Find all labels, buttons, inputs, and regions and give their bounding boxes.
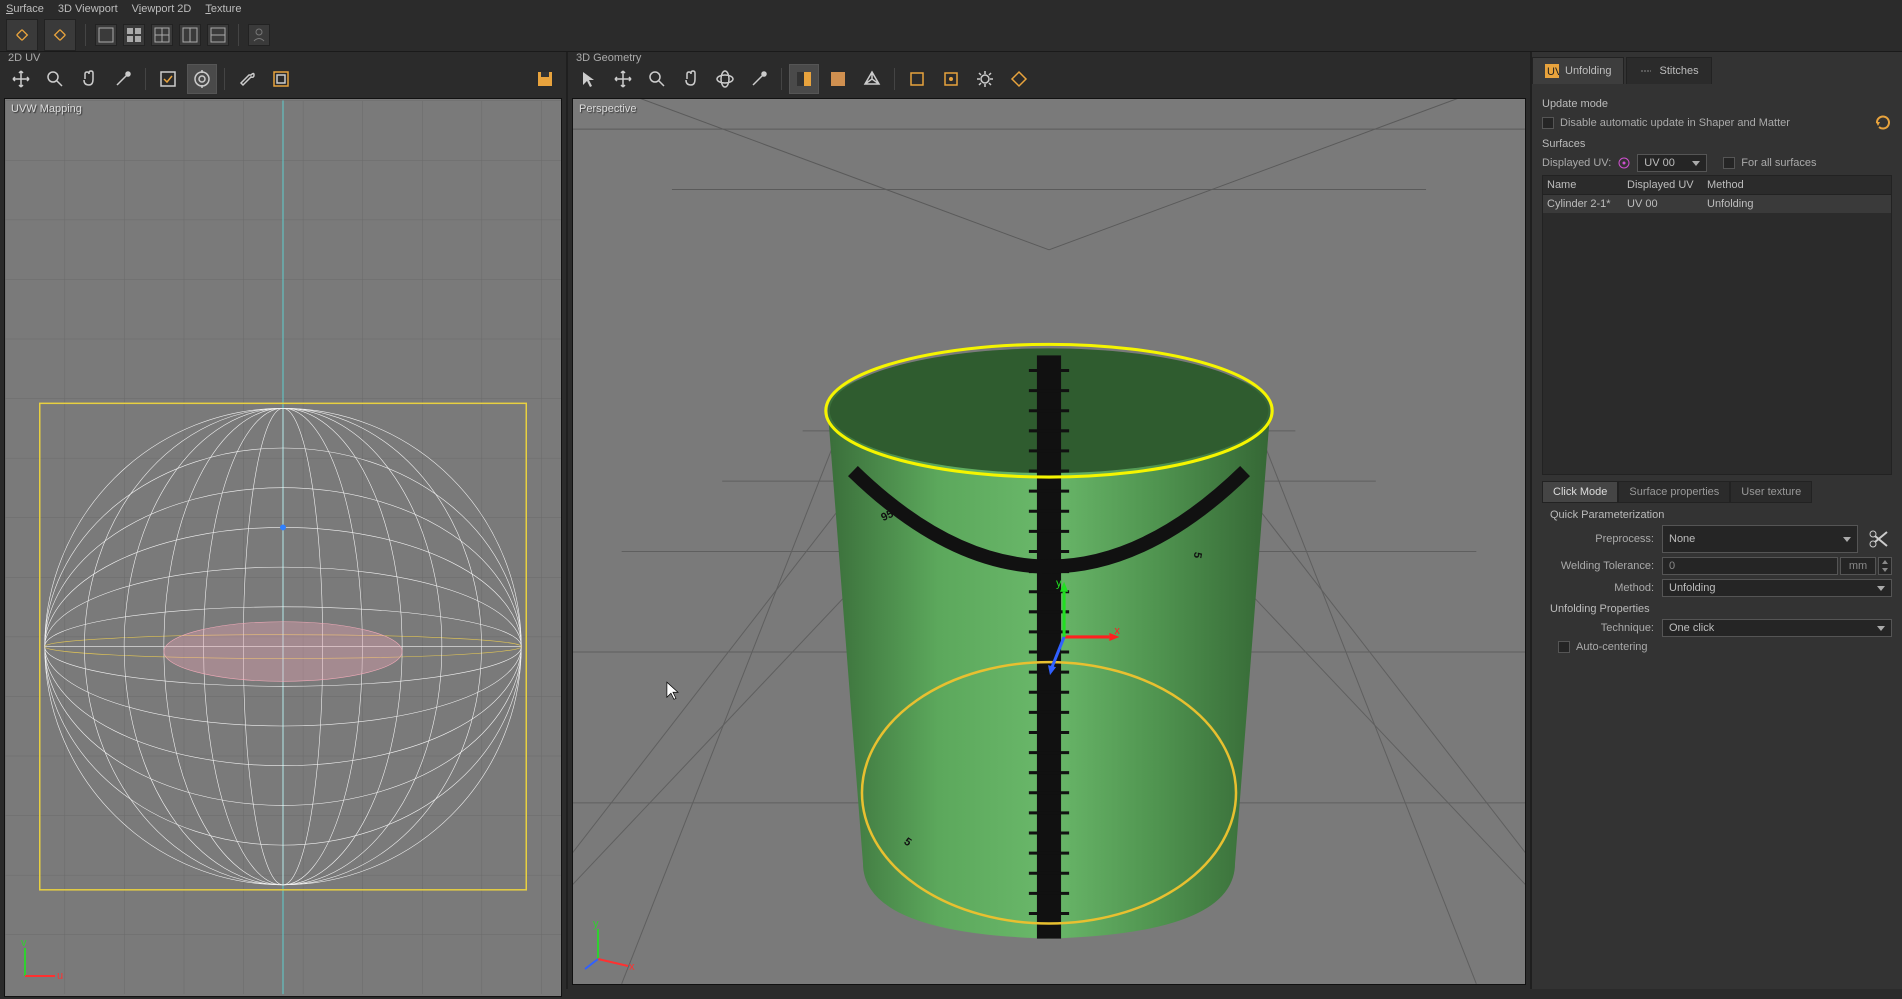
zoom3d-tool-icon[interactable] xyxy=(642,64,672,94)
perspective-viewport[interactable]: Perspective xyxy=(572,98,1526,985)
main-toolbar xyxy=(0,18,1902,52)
subtab-click-mode[interactable]: Click Mode xyxy=(1542,481,1618,503)
technique-label: Technique: xyxy=(1542,622,1662,634)
panel-3d-geometry: 3D Geometry Perspective xyxy=(568,52,1532,989)
layout-b-icon[interactable] xyxy=(207,24,229,46)
pan-tool-icon[interactable] xyxy=(74,64,104,94)
subtabs: Click Mode Surface properties User textu… xyxy=(1542,481,1892,503)
for-all-label: For all surfaces xyxy=(1741,157,1816,169)
gear-icon[interactable] xyxy=(970,64,1000,94)
cursor-tool-icon[interactable] xyxy=(574,64,604,94)
for-all-checkbox[interactable] xyxy=(1723,157,1735,169)
disable-auto-label: Disable automatic update in Shaper and M… xyxy=(1560,117,1790,129)
unfold-right-icon[interactable] xyxy=(44,19,76,51)
welding-unit: mm xyxy=(1840,557,1876,575)
stitches-icon xyxy=(1639,64,1653,78)
uvw-viewport[interactable]: UVW Mapping xyxy=(4,98,562,997)
quick-param-label: Quick Parameterization xyxy=(1542,509,1892,521)
right-tabbar: UV Unfolding Stitches xyxy=(1532,52,1902,84)
isolate-a-icon[interactable] xyxy=(902,64,932,94)
panel-2d-uv: 2D UV UVW Mapping xyxy=(0,52,568,989)
displayed-uv-dropdown[interactable]: UV 00 xyxy=(1637,154,1707,172)
wrench-icon[interactable] xyxy=(232,64,262,94)
svg-text:y: y xyxy=(1056,578,1062,590)
autocenter-label: Auto-centering xyxy=(1576,641,1648,653)
move3d-tool-icon[interactable] xyxy=(608,64,638,94)
grid1-icon[interactable] xyxy=(95,24,117,46)
svg-text:v: v xyxy=(21,937,27,949)
user-icon[interactable] xyxy=(248,24,270,46)
menu-surface[interactable]: SSurfaceurface xyxy=(6,3,44,15)
welding-input[interactable]: 0 xyxy=(1662,557,1838,575)
check-a-icon[interactable] xyxy=(153,64,183,94)
scissors-icon[interactable] xyxy=(1864,525,1892,553)
uv-icon: UV xyxy=(1545,64,1559,78)
grid-split-icon[interactable] xyxy=(151,24,173,46)
autocenter-checkbox[interactable] xyxy=(1558,641,1570,653)
menu-3d-viewport[interactable]: 3D Viewport xyxy=(58,3,118,15)
unfold-props-label: Unfolding Properties xyxy=(1542,603,1892,615)
panel-3d-header: 3D Geometry xyxy=(568,52,1530,64)
pan3d-tool-icon[interactable] xyxy=(676,64,706,94)
table-row[interactable]: Cylinder 2-1* UV 00 Unfolding xyxy=(1543,195,1891,213)
welding-label: Welding Tolerance: xyxy=(1542,560,1662,572)
move-tool-icon[interactable] xyxy=(6,64,36,94)
panel-2d-toolbar xyxy=(0,64,566,94)
floppy-icon[interactable] xyxy=(530,64,560,94)
subtab-surface-props[interactable]: Surface properties xyxy=(1618,481,1730,503)
preprocess-dropdown[interactable]: None xyxy=(1662,525,1858,553)
uvw-viewport-label: UVW Mapping xyxy=(11,103,82,115)
grid4-icon[interactable] xyxy=(123,24,145,46)
wireframe-mode-icon[interactable] xyxy=(857,64,887,94)
col-disp: Displayed UV xyxy=(1627,179,1707,191)
col-name: Name xyxy=(1547,179,1627,191)
subtab-user-texture[interactable]: User texture xyxy=(1730,481,1812,503)
isolate-b-icon[interactable] xyxy=(936,64,966,94)
svg-text:u: u xyxy=(57,970,63,982)
paint-tool-icon[interactable] xyxy=(744,64,774,94)
panel-2d-header: 2D UV xyxy=(0,52,566,64)
svg-text:x: x xyxy=(629,961,635,973)
panel-properties: UV Unfolding Stitches Update mode Disabl… xyxy=(1532,52,1902,989)
update-mode-label: Update mode xyxy=(1542,98,1892,110)
texture-mode-icon[interactable] xyxy=(823,64,853,94)
unfold-left-icon[interactable] xyxy=(6,19,38,51)
perspective-viewport-label: Perspective xyxy=(579,103,636,115)
technique-dropdown[interactable]: One click xyxy=(1662,619,1892,637)
displayed-uv-label: Displayed UV: xyxy=(1542,157,1611,169)
orbit-tool-icon[interactable] xyxy=(710,64,740,94)
menu-texture[interactable]: Texture xyxy=(205,3,241,15)
diamond-icon[interactable] xyxy=(1004,64,1034,94)
method-label: Method: xyxy=(1542,582,1662,594)
layout-a-icon[interactable] xyxy=(179,24,201,46)
menubar: SSurfaceurface 3D Viewport Viewport 2D T… xyxy=(0,0,1902,18)
gear-target-icon[interactable] xyxy=(187,64,217,94)
tab-unfolding[interactable]: UV Unfolding xyxy=(1532,57,1624,84)
surfaces-label: Surfaces xyxy=(1542,138,1892,150)
svg-text:y: y xyxy=(593,918,599,930)
axis-gizmo-3d: x y xyxy=(583,914,643,974)
svg-text:UV: UV xyxy=(1547,66,1559,78)
shaded-mode-icon[interactable] xyxy=(789,64,819,94)
welding-spinner[interactable] xyxy=(1878,557,1892,575)
method-dropdown[interactable]: Unfolding xyxy=(1662,579,1892,597)
surfaces-table: Name Displayed UV Method Cylinder 2-1* U… xyxy=(1542,175,1892,475)
refresh-icon[interactable] xyxy=(1874,114,1892,132)
disable-auto-checkbox[interactable] xyxy=(1542,117,1554,129)
brush-tool-icon[interactable] xyxy=(108,64,138,94)
axis-gizmo-2d: u v xyxy=(15,936,65,986)
menu-viewport-2d[interactable]: Viewport 2D xyxy=(132,3,192,15)
svg-text:x: x xyxy=(1114,625,1120,637)
preprocess-label: Preprocess: xyxy=(1542,533,1662,545)
panel-3d-toolbar xyxy=(568,64,1530,94)
frame-icon[interactable] xyxy=(266,64,296,94)
zoom-tool-icon[interactable] xyxy=(40,64,70,94)
target-icon xyxy=(1617,156,1631,170)
col-method: Method xyxy=(1707,179,1887,191)
tab-stitches[interactable]: Stitches xyxy=(1626,57,1711,84)
